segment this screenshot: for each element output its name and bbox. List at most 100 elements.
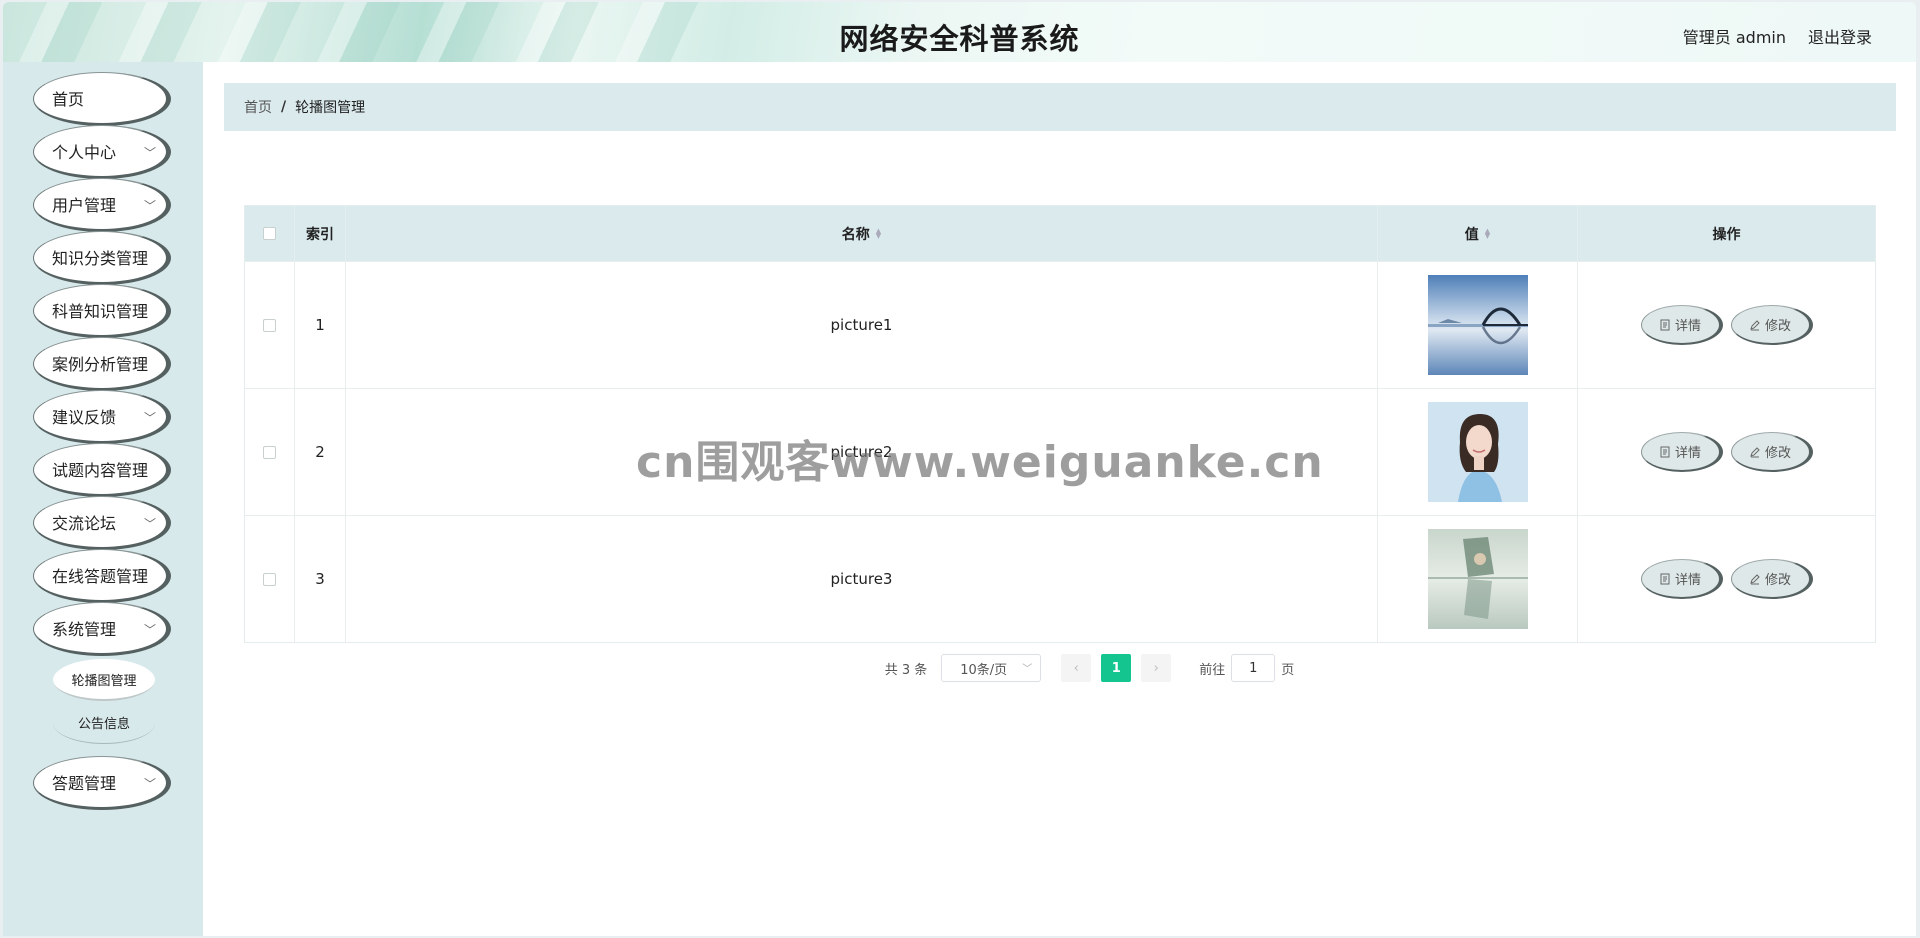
sidebar-item-system-management[interactable]: 系统管理 ﹀ xyxy=(33,602,171,656)
goto-prefix: 前往 xyxy=(1199,662,1226,678)
table-row: 3 picture3 详情 修改 xyxy=(245,515,1875,642)
sort-icon[interactable]: ▲ ▼ xyxy=(876,227,881,239)
goto-suffix: 页 xyxy=(1281,662,1295,678)
detail-button-label: 详情 xyxy=(1674,573,1701,588)
sidebar-item-knowledge-category[interactable]: 知识分类管理 xyxy=(33,231,171,285)
sidebar-item-personal-center[interactable]: 个人中心 ﹀ xyxy=(33,125,171,179)
main-content: 首页 / 轮播图管理 索引 名称 ▲▼ 值 ▲▼ 操作 1 picture1 xyxy=(203,62,1916,936)
breadcrumb-separator: / xyxy=(281,99,287,115)
sidebar-subitem-carousel[interactable]: 轮播图管理 xyxy=(53,659,155,701)
row-value-cell xyxy=(1378,389,1578,515)
logout-link[interactable]: 退出登录 xyxy=(1808,24,1872,48)
woman-portrait-image xyxy=(1427,402,1528,502)
edit-button-label: 修改 xyxy=(1764,573,1791,588)
row-checkbox-cell xyxy=(245,262,295,388)
sidebar-item-label: 系统管理 xyxy=(52,620,117,639)
column-header-name[interactable]: 名称 ▲ ▼ xyxy=(346,206,1378,261)
detail-button-label: 详情 xyxy=(1674,319,1701,334)
sidebar-item-home[interactable]: 首页 xyxy=(33,72,171,126)
row-name: picture3 xyxy=(346,516,1378,642)
bridge-lake-image xyxy=(1427,275,1528,375)
column-header-name-label: 名称 xyxy=(841,226,870,243)
chevron-down-icon: ﹀ xyxy=(143,199,156,213)
row-actions: 详情 修改 xyxy=(1578,262,1875,388)
column-header-value-label: 值 xyxy=(1464,226,1479,243)
user-info: 管理员 admin xyxy=(1682,28,1786,47)
row-checkbox-cell xyxy=(245,516,295,642)
row-value-cell xyxy=(1378,516,1578,642)
sidebar-item-online-quiz[interactable]: 在线答题管理 xyxy=(33,549,171,603)
sidebar-item-label: 试题内容管理 xyxy=(52,461,149,480)
sidebar-item-question-content[interactable]: 试题内容管理 xyxy=(33,443,171,497)
sort-icon[interactable]: ▲ ▼ xyxy=(1485,227,1490,239)
detail-button[interactable]: 详情 xyxy=(1640,432,1723,472)
sidebar: 首页 个人中心 ﹀ 用户管理 ﹀ 知识分类管理 科普知识管理 案例分析管理 建议反馈… xyxy=(3,62,203,936)
next-page-button[interactable]: › xyxy=(1141,654,1172,682)
sidebar-item-label: 案例分析管理 xyxy=(52,355,149,374)
row-checkbox[interactable] xyxy=(263,318,276,332)
chevron-right-icon: › xyxy=(1153,660,1159,676)
row-index: 2 xyxy=(295,389,346,515)
detail-button-label: 详情 xyxy=(1674,446,1701,461)
table-row: 1 picture1 详情 修改 xyxy=(245,261,1875,388)
column-header-actions: 操作 xyxy=(1712,226,1741,243)
chevron-up-icon: ﹀ xyxy=(143,623,156,637)
breadcrumb-current: 轮播图管理 xyxy=(295,100,366,116)
sidebar-item-user-management[interactable]: 用户管理 ﹀ xyxy=(33,178,171,232)
document-icon xyxy=(1660,319,1670,330)
row-index: 1 xyxy=(295,262,346,388)
total-count: 共 3 条 xyxy=(884,662,928,678)
document-icon xyxy=(1660,446,1670,457)
page-size-value: 10条/页 xyxy=(960,662,1008,678)
row-checkbox[interactable] xyxy=(263,572,276,586)
pencil-icon xyxy=(1750,573,1760,584)
prev-page-button[interactable]: ‹ xyxy=(1061,654,1092,682)
breadcrumb: 首页 / 轮播图管理 xyxy=(224,83,1896,131)
chevron-down-icon: ﹀ xyxy=(143,777,156,791)
row-actions: 详情 修改 xyxy=(1578,389,1875,515)
header-checkbox-cell xyxy=(245,206,295,261)
chevron-down-icon: ﹀ xyxy=(143,517,156,531)
detail-button[interactable]: 详情 xyxy=(1640,559,1723,599)
detail-button[interactable]: 详情 xyxy=(1640,305,1723,345)
row-value-cell xyxy=(1378,262,1578,388)
reflection-image xyxy=(1427,529,1528,629)
sidebar-item-science-knowledge[interactable]: 科普知识管理 xyxy=(33,284,171,338)
row-name: picture1 xyxy=(346,262,1378,388)
sidebar-item-label: 科普知识管理 xyxy=(52,302,149,321)
goto-page-input[interactable]: 1 xyxy=(1231,654,1276,682)
page-number-current[interactable]: 1 xyxy=(1101,654,1132,682)
edit-button-label: 修改 xyxy=(1764,319,1791,334)
carousel-table: 索引 名称 ▲ ▼ 值 ▲ ▼ 操作 1 picture1 详情 修改 2 pi… xyxy=(244,205,1876,643)
row-checkbox[interactable] xyxy=(263,445,276,459)
app-header: 网络安全科普系统 管理员 admin 退出登录 xyxy=(3,2,1916,62)
sidebar-item-label: 首页 xyxy=(52,90,85,109)
chevron-left-icon: ‹ xyxy=(1073,660,1079,676)
pencil-icon xyxy=(1750,319,1760,330)
app-title: 网络安全科普系统 xyxy=(839,22,1080,56)
row-actions: 详情 修改 xyxy=(1578,516,1875,642)
sidebar-item-case-analysis[interactable]: 案例分析管理 xyxy=(33,337,171,391)
sidebar-item-label: 建议反馈 xyxy=(52,408,117,427)
table-header: 索引 名称 ▲ ▼ 值 ▲ ▼ 操作 xyxy=(245,206,1875,261)
row-checkbox-cell xyxy=(245,389,295,515)
chevron-down-icon: ﹀ xyxy=(143,146,156,160)
watermark: cn围观客www.weiguanke.cn xyxy=(636,437,1324,488)
sidebar-subitem-announcement[interactable]: 公告信息 xyxy=(53,702,155,744)
sidebar-item-label: 个人中心 xyxy=(52,143,117,162)
select-all-checkbox[interactable] xyxy=(263,227,276,240)
edit-button[interactable]: 修改 xyxy=(1730,559,1813,599)
sidebar-item-answer-management[interactable]: 答题管理 ﹀ xyxy=(33,756,171,810)
breadcrumb-home[interactable]: 首页 xyxy=(244,97,272,117)
page-size-select[interactable]: 10条/页 ﹀ xyxy=(941,654,1042,682)
sidebar-item-feedback[interactable]: 建议反馈 ﹀ xyxy=(33,390,171,444)
column-header-value[interactable]: 值 ▲ ▼ xyxy=(1378,206,1578,261)
sidebar-item-forum[interactable]: 交流论坛 ﹀ xyxy=(33,496,171,550)
chevron-down-icon: ﹀ xyxy=(143,411,156,425)
edit-button[interactable]: 修改 xyxy=(1730,305,1813,345)
edit-button[interactable]: 修改 xyxy=(1730,432,1813,472)
sidebar-item-label: 用户管理 xyxy=(52,196,117,215)
chevron-down-icon: ﹀ xyxy=(1022,664,1033,675)
document-icon xyxy=(1660,573,1670,584)
edit-button-label: 修改 xyxy=(1764,446,1791,461)
